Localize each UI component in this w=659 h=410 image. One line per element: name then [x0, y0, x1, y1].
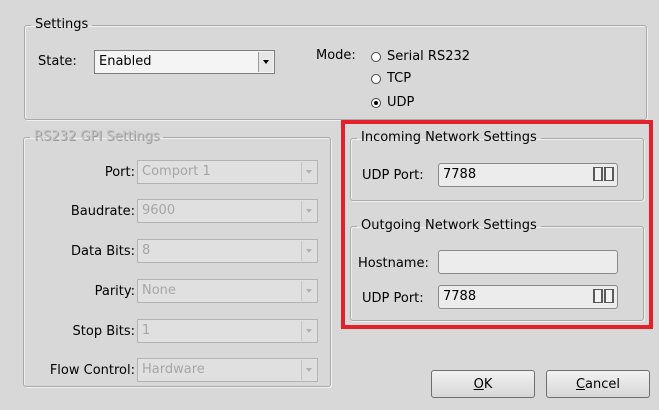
parity-value: None — [142, 283, 176, 298]
state-value: Enabled — [99, 54, 152, 69]
chevron-down-icon[interactable] — [258, 52, 273, 72]
cancel-button[interactable]: Cancel — [546, 370, 650, 398]
stop-bits-select[interactable]: 1 — [137, 319, 318, 343]
chevron-down-icon[interactable] — [301, 360, 316, 380]
chevron-down-icon[interactable] — [301, 281, 316, 301]
highlight-box — [341, 120, 653, 329]
flow-control-value: Hardware — [142, 362, 205, 377]
stop-bits-label: Stop Bits: — [72, 324, 135, 339]
port-label: Port: — [104, 165, 135, 180]
mode-radio-tcp[interactable]: TCP — [371, 71, 411, 86]
settings-legend: Settings — [35, 17, 89, 32]
radio-unchecked-icon — [371, 73, 381, 84]
parity-select[interactable]: None — [137, 279, 318, 303]
baudrate-value: 9600 — [142, 203, 176, 218]
radio-checked-icon — [371, 97, 381, 108]
mode-radio-udp[interactable]: UDP — [371, 95, 414, 110]
rs232-legend: RS232 GPI Settings — [34, 129, 160, 144]
chevron-down-icon[interactable] — [301, 321, 316, 341]
data-bits-select[interactable]: 8 — [137, 239, 318, 263]
mode-option-label: UDP — [387, 95, 415, 110]
state-label: State: — [38, 54, 77, 69]
parity-label: Parity: — [94, 284, 135, 299]
mode-option-label: Serial RS232 — [387, 49, 471, 64]
mode-label: Mode: — [316, 48, 356, 63]
radio-unchecked-icon — [371, 51, 381, 62]
stop-bits-value: 1 — [142, 323, 151, 338]
baudrate-select[interactable]: 9600 — [137, 199, 318, 223]
data-bits-value: 8 — [142, 243, 151, 258]
data-bits-label: Data Bits: — [71, 244, 135, 259]
chevron-down-icon[interactable] — [301, 201, 316, 221]
port-value: Comport 1 — [142, 164, 211, 179]
ok-button[interactable]: OK — [431, 370, 535, 398]
chevron-down-icon[interactable] — [301, 241, 316, 261]
cancel-button-label: Cancel — [575, 376, 621, 392]
mode-radio-serial[interactable]: Serial RS232 — [371, 49, 470, 64]
flow-control-select[interactable]: Hardware — [137, 358, 318, 382]
baudrate-label: Baudrate: — [70, 204, 135, 219]
port-select[interactable]: Comport 1 — [137, 160, 318, 184]
ok-button-label: OK — [473, 376, 493, 392]
chevron-down-icon[interactable] — [301, 162, 316, 182]
mode-option-label: TCP — [387, 71, 412, 86]
state-select[interactable]: Enabled — [94, 50, 275, 74]
flow-control-label: Flow Control: — [49, 363, 135, 378]
